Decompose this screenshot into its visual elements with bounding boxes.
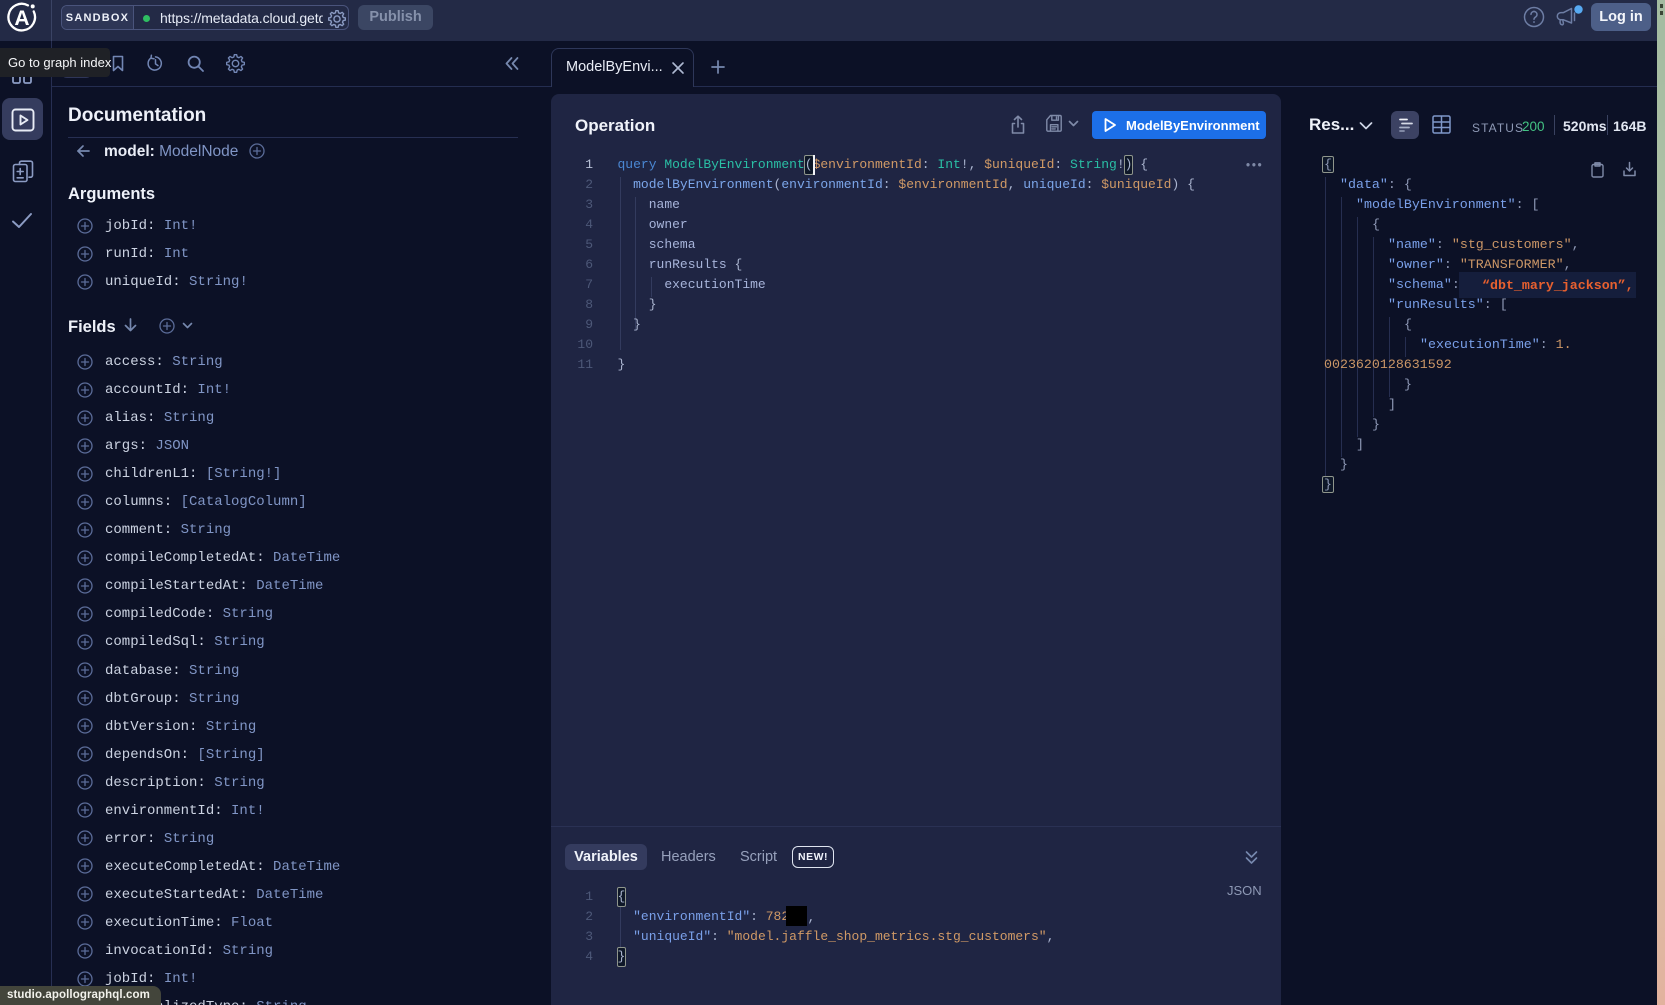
svg-text:A: A: [14, 7, 29, 30]
